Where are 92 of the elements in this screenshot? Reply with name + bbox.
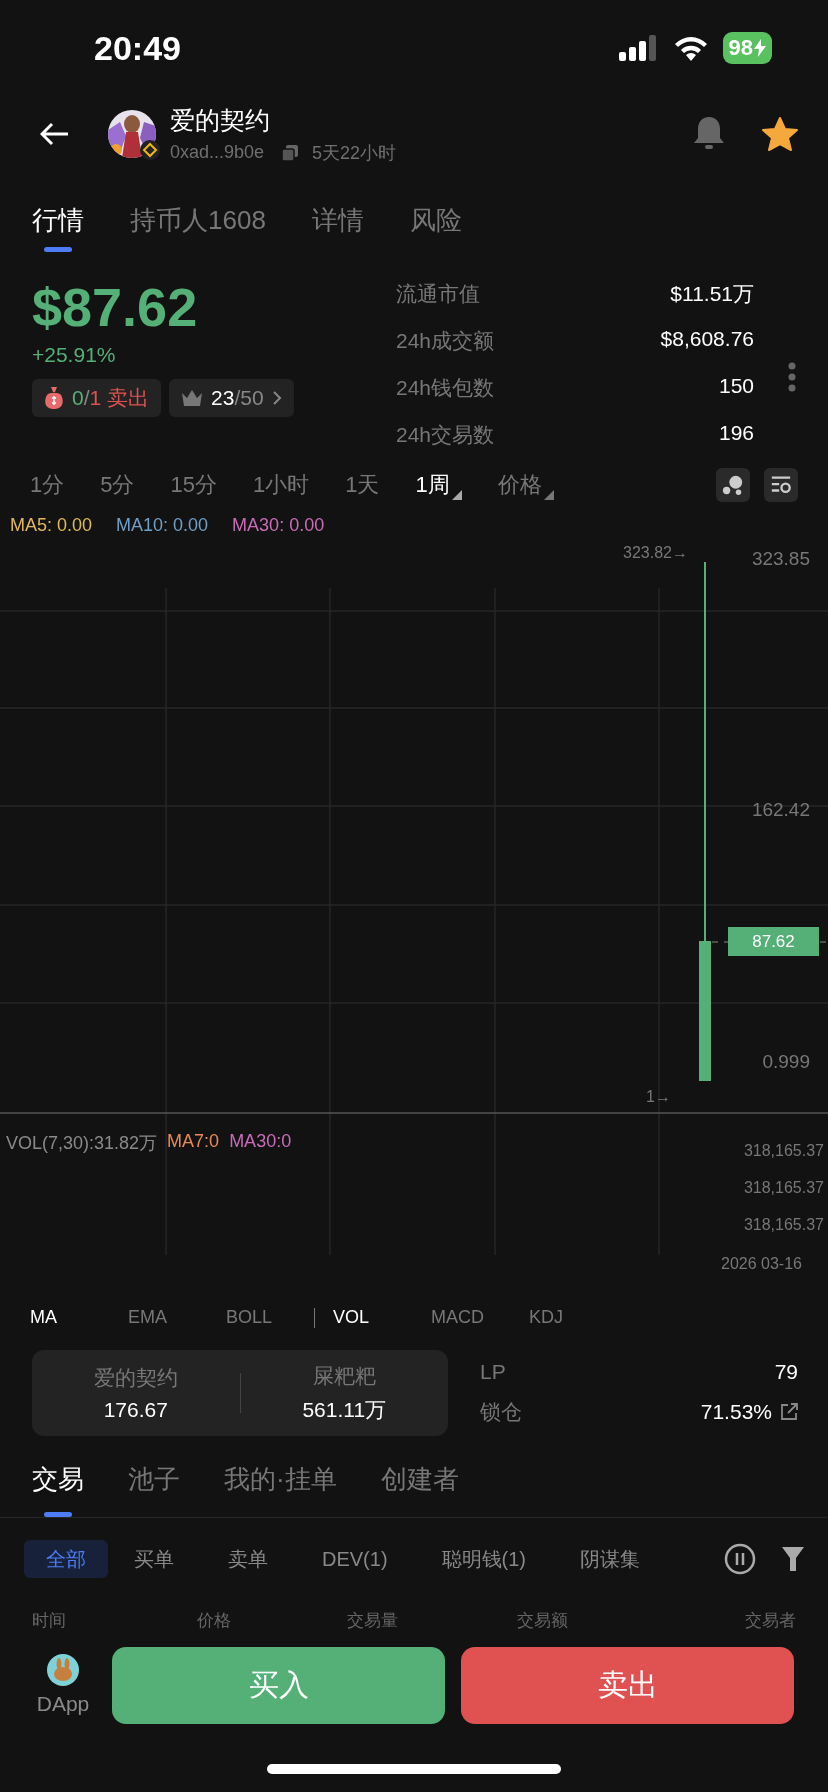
- column-header: 交易者: [744, 1609, 796, 1632]
- stat-label: 24h成交额: [396, 328, 495, 354]
- trade-count-badge[interactable]: 0/1 卖出: [32, 379, 162, 418]
- sell-button[interactable]: 卖出: [461, 1646, 794, 1724]
- tab[interactable]: 行情: [32, 203, 84, 252]
- pool-stat-value: 71.53%: [700, 1399, 772, 1424]
- top-holders-badge[interactable]: 23/50: [169, 379, 294, 418]
- interval-tab[interactable]: 5分: [100, 470, 135, 500]
- refresh-icon[interactable]: [724, 1543, 756, 1575]
- stat-value: $8,608.76: [660, 327, 754, 352]
- tab[interactable]: 持币人1608: [130, 203, 266, 252]
- ma-legend: MA5: 0.00: [10, 515, 93, 550]
- section-tab[interactable]: 我的·挂单: [224, 1462, 337, 1517]
- dropdown-triangle-icon: [451, 490, 462, 500]
- filter-chip[interactable]: 买单: [112, 1540, 196, 1578]
- stat-label: 24h钱包数: [396, 375, 495, 401]
- volume-axis-label: 318,165.37: [743, 1179, 824, 1197]
- low-marker: 1→: [646, 1088, 671, 1106]
- pool-stat-value: 79: [774, 1359, 798, 1384]
- ma-legend: MA30: 0.00: [232, 515, 325, 550]
- token-name: 爱的契约: [170, 104, 271, 136]
- status-time: 20:49: [94, 28, 181, 68]
- stat-label: 24h交易数: [396, 422, 495, 448]
- pool-stat-label: LP: [480, 1359, 506, 1384]
- more-icon[interactable]: [788, 362, 796, 392]
- vol-legend: VOL(7,30):31.82万: [6, 1131, 158, 1155]
- price-axis-label: 0.999: [762, 1051, 810, 1073]
- filter-icon[interactable]: [782, 1547, 804, 1571]
- dapp-button[interactable]: DApp: [30, 1654, 96, 1716]
- column-header: 时间: [32, 1609, 67, 1632]
- vol-legend: MA30:0: [229, 1131, 292, 1155]
- copy-icon[interactable]: [282, 144, 299, 161]
- contract-address: 0xad...9b0e: [170, 142, 265, 163]
- section-tab[interactable]: 交易: [32, 1462, 84, 1517]
- vol-legend: MA7:0: [167, 1131, 220, 1155]
- indicator-tab[interactable]: EMA: [128, 1307, 226, 1328]
- stat-label: 流通市值: [396, 281, 480, 307]
- pair-token-name: 爱的契约: [93, 1364, 178, 1391]
- interval-tab[interactable]: 1周: [415, 470, 462, 500]
- chart-date: 2026 03-16: [721, 1255, 802, 1273]
- filter-chip[interactable]: DEV(1): [300, 1540, 410, 1578]
- column-header: 价格: [197, 1609, 232, 1632]
- indicator-tab[interactable]: MACD: [431, 1307, 529, 1328]
- external-link-icon[interactable]: [780, 1402, 798, 1421]
- bunny-icon: [47, 1654, 79, 1686]
- pair-token-amount: 176.67: [103, 1397, 168, 1422]
- tab[interactable]: 风险: [409, 203, 462, 252]
- price: $87.62: [32, 278, 199, 338]
- signal-icon: [618, 35, 659, 61]
- column-header: 交易量: [347, 1609, 399, 1632]
- indicator-tab[interactable]: KDJ: [529, 1307, 627, 1328]
- interval-tab[interactable]: 1天: [345, 470, 380, 500]
- battery-indicator: 98: [722, 32, 772, 64]
- chart-settings-button[interactable]: [764, 468, 798, 502]
- stat-value: 150: [718, 374, 754, 399]
- current-price-tag: 87.62: [728, 927, 819, 956]
- interval-tab[interactable]: 1分: [30, 470, 65, 500]
- dots-icon: [722, 474, 744, 496]
- interval-tab[interactable]: 15分: [170, 470, 217, 500]
- volume-axis-label: 318,165.37: [743, 1216, 824, 1234]
- drawing-tool-button[interactable]: [716, 468, 750, 502]
- price-axis-label: 323.85: [751, 548, 810, 570]
- high-marker: 323.82→: [623, 544, 688, 562]
- filter-chip[interactable]: 卖单: [206, 1540, 290, 1578]
- price-axis-label: 162.42: [751, 799, 810, 821]
- ma-legend: MA10: 0.00: [116, 515, 209, 550]
- filter-chip[interactable]: 聪明钱(1): [419, 1540, 549, 1578]
- indicator-tab[interactable]: MA: [30, 1307, 128, 1328]
- token-age: 5天22小时: [312, 141, 397, 165]
- interval-tab[interactable]: 价格: [497, 470, 554, 500]
- dropdown-triangle-icon: [543, 490, 554, 500]
- star-icon[interactable]: [762, 117, 798, 151]
- interval-tab[interactable]: 1小时: [253, 470, 310, 500]
- back-button[interactable]: [40, 122, 70, 146]
- indicator-tab[interactable]: BOLL: [226, 1307, 324, 1328]
- settings-icon: [770, 474, 792, 496]
- stat-value: 196: [718, 421, 754, 446]
- column-header: 交易额: [517, 1609, 569, 1632]
- pair-token-amount: 561.11万: [302, 1396, 387, 1423]
- pool-stat-label: 锁仓: [480, 1398, 522, 1425]
- filter-chip[interactable]: 全部: [24, 1540, 108, 1578]
- section-tab[interactable]: 创建者: [380, 1462, 459, 1517]
- price-change: +25.91%: [32, 343, 117, 368]
- pair-token-name: 屎粑粑: [312, 1362, 376, 1389]
- stat-value: $11.51万: [670, 281, 754, 307]
- section-tab[interactable]: 池子: [128, 1462, 180, 1517]
- coin-icon: [140, 140, 160, 160]
- tab[interactable]: 详情: [311, 203, 364, 252]
- volume-axis-label: 318,165.37: [743, 1142, 824, 1160]
- buy-button[interactable]: 买入: [112, 1646, 445, 1724]
- filter-chip[interactable]: 阴谋集: [558, 1540, 663, 1578]
- indicator-tab[interactable]: VOL: [333, 1307, 431, 1328]
